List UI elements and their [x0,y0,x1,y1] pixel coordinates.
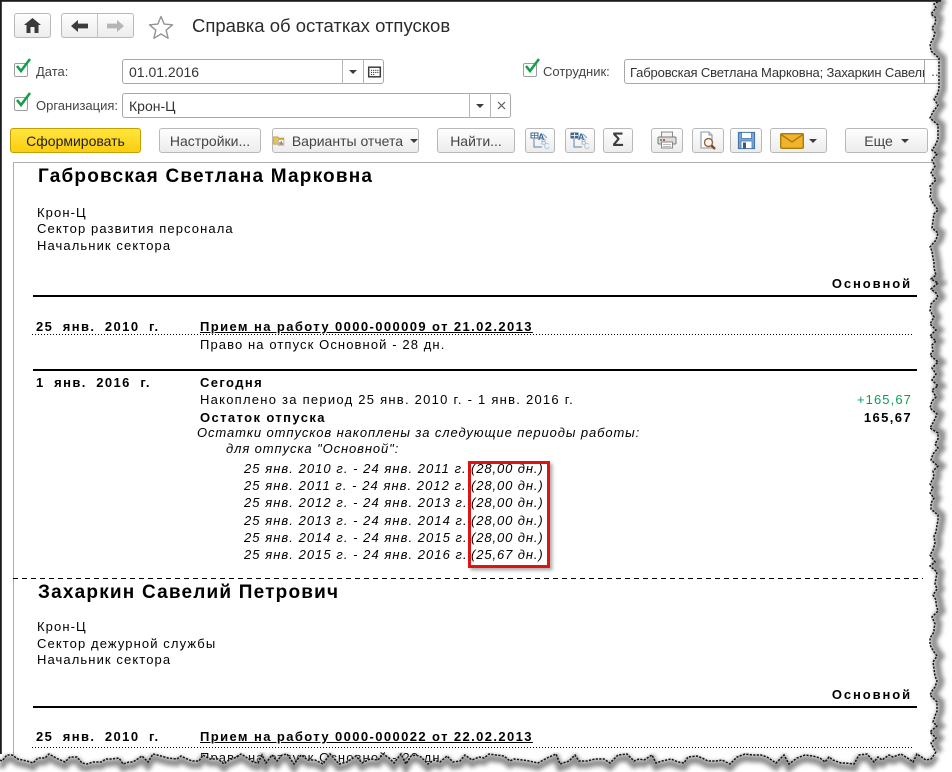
svg-text:C: C [584,142,590,151]
svg-text:C: C [544,142,550,151]
